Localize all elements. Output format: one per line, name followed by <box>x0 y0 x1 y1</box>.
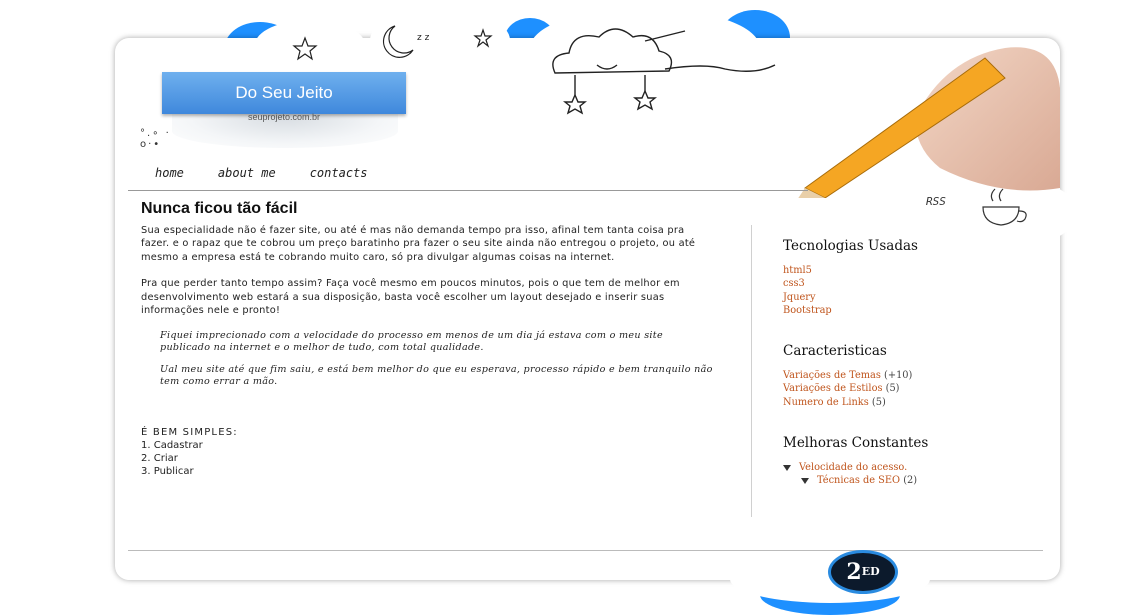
intro-paragraph: Pra que perder tanto tempo assim? Faça v… <box>141 278 680 317</box>
nav-home[interactable]: home <box>155 166 184 180</box>
item-count: (2) <box>903 475 918 487</box>
item-count: (5) <box>871 396 886 408</box>
nav-contacts[interactable]: contacts <box>310 166 368 180</box>
step-item: 1. Cadastrar <box>141 440 203 452</box>
sidebar-link[interactable]: html5 <box>783 265 812 276</box>
step-item: 3. Publicar <box>141 466 194 478</box>
sidebar-link[interactable]: Variações de Estilos <box>783 383 883 394</box>
expand-triangle-icon[interactable] <box>801 477 809 484</box>
testimonial-quote: Fiquei imprecionado com a velocidade do … <box>160 330 663 354</box>
sidebar-link[interactable]: Bootstrap <box>783 305 832 316</box>
site-logo[interactable]: Do Seu Jeito <box>162 72 406 114</box>
sidebar-list-melhoras: Velocidade do acesso. Técnicas de SEO (2… <box>783 461 1043 488</box>
sidebar-list-caracteristicas: Variações de Temas (+10) Variações de Es… <box>783 369 1043 409</box>
sidebar-list-tecnologias: html5 css3 Jquery Bootstrap <box>783 264 1043 317</box>
hand-pencil-illustration-icon <box>798 47 1060 198</box>
badge-number: 2 <box>846 559 862 585</box>
steps-list: É BEM SIMPLES: 1. Cadastrar 2. Criar 3. … <box>141 426 716 478</box>
intro-paragraph: Sua especialidade não é fazer site, ou a… <box>141 225 696 263</box>
sidebar-link[interactable]: Variações de Temas <box>783 370 881 381</box>
doodle-stars-moon-icon: z z <box>292 25 493 61</box>
doodle-cloud-icon <box>552 28 776 115</box>
sidebar-heading-melhoras: Melhoras Constantes <box>783 435 929 452</box>
star-icon <box>633 89 657 111</box>
site-url: seuprojeto.com.br <box>247 112 321 122</box>
rss-label[interactable]: RSS <box>926 195 946 208</box>
star-icon <box>563 93 587 115</box>
coffee-cup-icon <box>982 188 1027 226</box>
sidebar-heading-tecnologias: Tecnologias Usadas <box>783 238 918 254</box>
sidebar-heading-caracteristicas: Caracteristicas <box>783 343 887 360</box>
sidebar: Tecnologias Usadas html5 css3 Jquery Boo… <box>783 238 1043 514</box>
step-item: 2. Criar <box>141 453 178 465</box>
sidebar-link[interactable]: Velocidade do acesso. <box>799 462 907 473</box>
column-divider <box>751 225 752 517</box>
item-count: (5) <box>885 383 900 395</box>
nav-about-me[interactable]: about me <box>218 166 276 180</box>
main-content: Nunca ficou tão fácil Sua especialidade … <box>141 200 716 478</box>
footer-badge-logo[interactable]: 2ED <box>828 550 898 594</box>
sidebar-link[interactable]: css3 <box>783 278 805 289</box>
moon-icon <box>382 25 414 58</box>
star-icon <box>473 28 493 48</box>
sidebar-link[interactable]: Técnicas de SEO <box>817 475 900 486</box>
item-count: (+10) <box>884 370 913 382</box>
steps-heading: É BEM SIMPLES: <box>141 427 238 439</box>
badge-letters: ED <box>861 565 880 578</box>
star-icon <box>292 36 318 61</box>
bubbles-icon: °.∘ · o·• <box>140 128 171 150</box>
testimonial-quote: Ual meu site até que fim saiu, e está be… <box>160 364 713 388</box>
page-title: Nunca ficou tão fácil <box>141 200 298 217</box>
expand-triangle-icon[interactable] <box>783 464 791 471</box>
sidebar-link[interactable]: Jquery <box>783 292 816 303</box>
sidebar-link[interactable]: Numero de Links <box>783 397 869 408</box>
nav-divider <box>128 190 808 191</box>
svg-text:z z: z z <box>417 33 430 43</box>
footer-divider <box>128 550 1043 551</box>
main-nav: home about me contacts <box>155 166 402 180</box>
